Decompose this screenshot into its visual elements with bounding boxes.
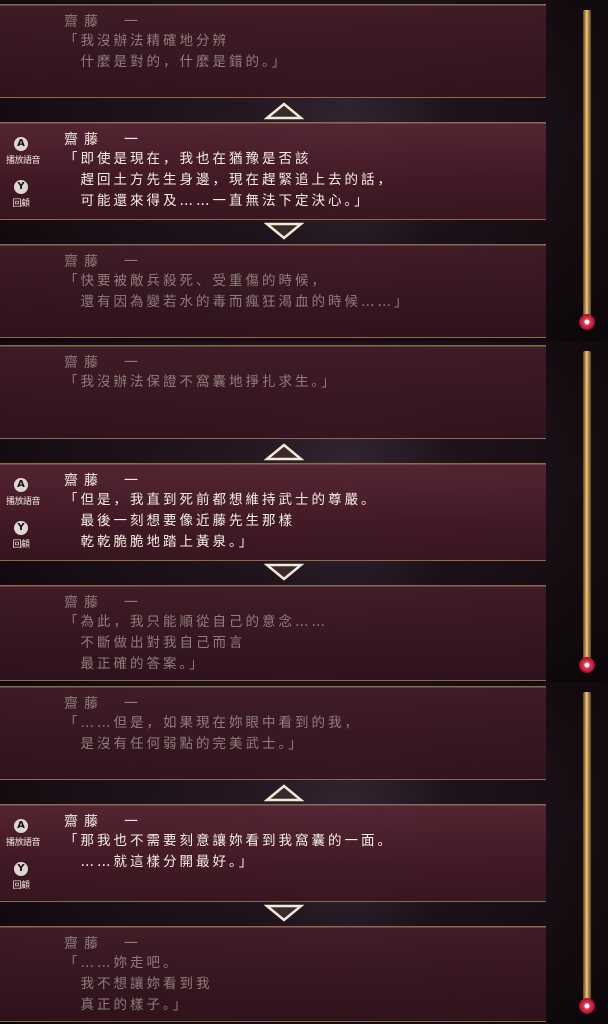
- y-button-icon[interactable]: Y: [14, 180, 28, 194]
- speaker-name: 齋藤 一: [64, 814, 144, 830]
- dialogue-text: 「即使是現在，我也在猶豫是否該 趕回土方先生身邊，現在趕緊追上去的話， 可能還來…: [64, 151, 394, 209]
- scrollbar-thumb[interactable]: [579, 314, 595, 330]
- scrollbar-thumb[interactable]: [579, 998, 595, 1014]
- dialogue-text: 「我沒辦法保證不窩囊地掙扎求生。」: [64, 374, 338, 390]
- y-button-icon[interactable]: Y: [14, 521, 28, 535]
- button-hints: A 播放語音 Y 回顧: [6, 819, 41, 905]
- a-button-icon[interactable]: A: [14, 137, 28, 151]
- scrollbar-track[interactable]: [583, 351, 591, 663]
- backlog-entry-current[interactable]: 齋藤 一 「那我也不需要刻意讓妳看到我窩囊的一面。 ……就這樣分開最好。」: [0, 804, 546, 902]
- scroll-down-arrow-icon[interactable]: [264, 222, 304, 240]
- backlog-entry-previous[interactable]: 齋藤 一 「我沒辦法精確地分辨 什麼是對的，什麼是錯的。」: [0, 4, 546, 98]
- backlog-entry-next[interactable]: 齋藤 一 「為此，我只能順從自己的意念…… 不斷做出對我自己而言 最正確的答案。…: [0, 585, 546, 681]
- play-voice-label: 播放語音: [6, 838, 41, 848]
- y-button-icon[interactable]: Y: [14, 862, 28, 876]
- speaker-name: 齋藤 一: [64, 132, 144, 148]
- play-voice-label: 播放語音: [6, 156, 41, 166]
- review-label: 回顧: [12, 199, 30, 209]
- speaker-name: 齋藤 一: [64, 936, 144, 952]
- speaker-name: 齋藤 一: [64, 14, 144, 30]
- speaker-name: 齋藤 一: [64, 355, 144, 371]
- scroll-up-arrow-icon[interactable]: [264, 443, 304, 461]
- speaker-name: 齋藤 一: [64, 473, 144, 489]
- scroll-down-arrow-icon[interactable]: [264, 563, 304, 581]
- scroll-up-arrow-icon[interactable]: [264, 784, 304, 802]
- dialogue-text: 「……但是，如果現在妳眼中看到的我， 是沒有任何弱點的完美武士。」: [64, 715, 361, 752]
- dialogue-text: 「快要被敵兵殺死、受重傷的時候， 還有因為變若水的毒而瘋狂渴血的時候……」: [64, 273, 411, 310]
- backlog-entry-previous[interactable]: 齋藤 一 「我沒辦法保證不窩囊地掙扎求生。」: [0, 345, 546, 439]
- dialogue-text: 「為此，我只能順從自己的意念…… 不斷做出對我自己而言 最正確的答案。」: [64, 614, 328, 672]
- speaker-name: 齋藤 一: [64, 696, 144, 712]
- dialogue-text: 「但是，我直到死前都想維持武士的尊嚴。 最後一刻想要像近藤先生那樣 乾乾脆脆地踏…: [64, 492, 378, 550]
- a-button-icon[interactable]: A: [14, 478, 28, 492]
- backlog-entry-current[interactable]: 齋藤 一 「即使是現在，我也在猶豫是否該 趕回土方先生身邊，現在趕緊追上去的話，…: [0, 122, 546, 220]
- backlog-entry-current[interactable]: 齋藤 一 「但是，我直到死前都想維持武士的尊嚴。 最後一刻想要像近藤先生那樣 乾…: [0, 463, 546, 561]
- play-voice-label: 播放語音: [6, 497, 41, 507]
- speaker-name: 齋藤 一: [64, 595, 144, 611]
- backlog-entry-previous[interactable]: 齋藤 一 「……但是，如果現在妳眼中看到的我， 是沒有任何弱點的完美武士。」: [0, 686, 546, 780]
- scroll-up-arrow-icon[interactable]: [264, 102, 304, 120]
- dialogue-text: 「那我也不需要刻意讓妳看到我窩囊的一面。 ……就這樣分開最好。」: [64, 833, 394, 870]
- screenshot-frame-2: 齋藤 一 「我沒辦法保證不窩囊地掙扎求生。」 齋藤 一 「但是，我直到死前都想維…: [0, 341, 608, 682]
- screenshot-frame-1: 齋藤 一 「我沒辦法精確地分辨 什麼是對的，什麼是錯的。」 齋藤 一 「即使是現…: [0, 0, 608, 341]
- dialogue-text: 「……妳走吧。 我不想讓妳看到我 真正的樣子。」: [64, 955, 213, 1013]
- dialogue-text: 「我沒辦法精確地分辨 什麼是對的，什麼是錯的。」: [64, 33, 289, 70]
- a-button-icon[interactable]: A: [14, 819, 28, 833]
- scrollbar-track[interactable]: [583, 692, 591, 1004]
- screenshot-frame-3: 齋藤 一 「……但是，如果現在妳眼中看到的我， 是沒有任何弱點的完美武士。」 齋…: [0, 682, 608, 1024]
- backlog-entry-next[interactable]: 齋藤 一 「快要被敵兵殺死、受重傷的時候， 還有因為變若水的毒而瘋狂渴血的時候……: [0, 244, 546, 338]
- backlog-entry-next[interactable]: 齋藤 一 「……妳走吧。 我不想讓妳看到我 真正的樣子。」: [0, 926, 546, 1022]
- scrollbar-track[interactable]: [583, 10, 591, 322]
- scroll-down-arrow-icon[interactable]: [264, 904, 304, 922]
- speaker-name: 齋藤 一: [64, 254, 144, 270]
- button-hints: A 播放語音 Y 回顧: [6, 478, 41, 564]
- button-hints: A 播放語音 Y 回顧: [6, 137, 41, 223]
- scrollbar-thumb[interactable]: [579, 657, 595, 673]
- review-label: 回顧: [12, 540, 30, 550]
- review-label: 回顧: [12, 881, 30, 891]
